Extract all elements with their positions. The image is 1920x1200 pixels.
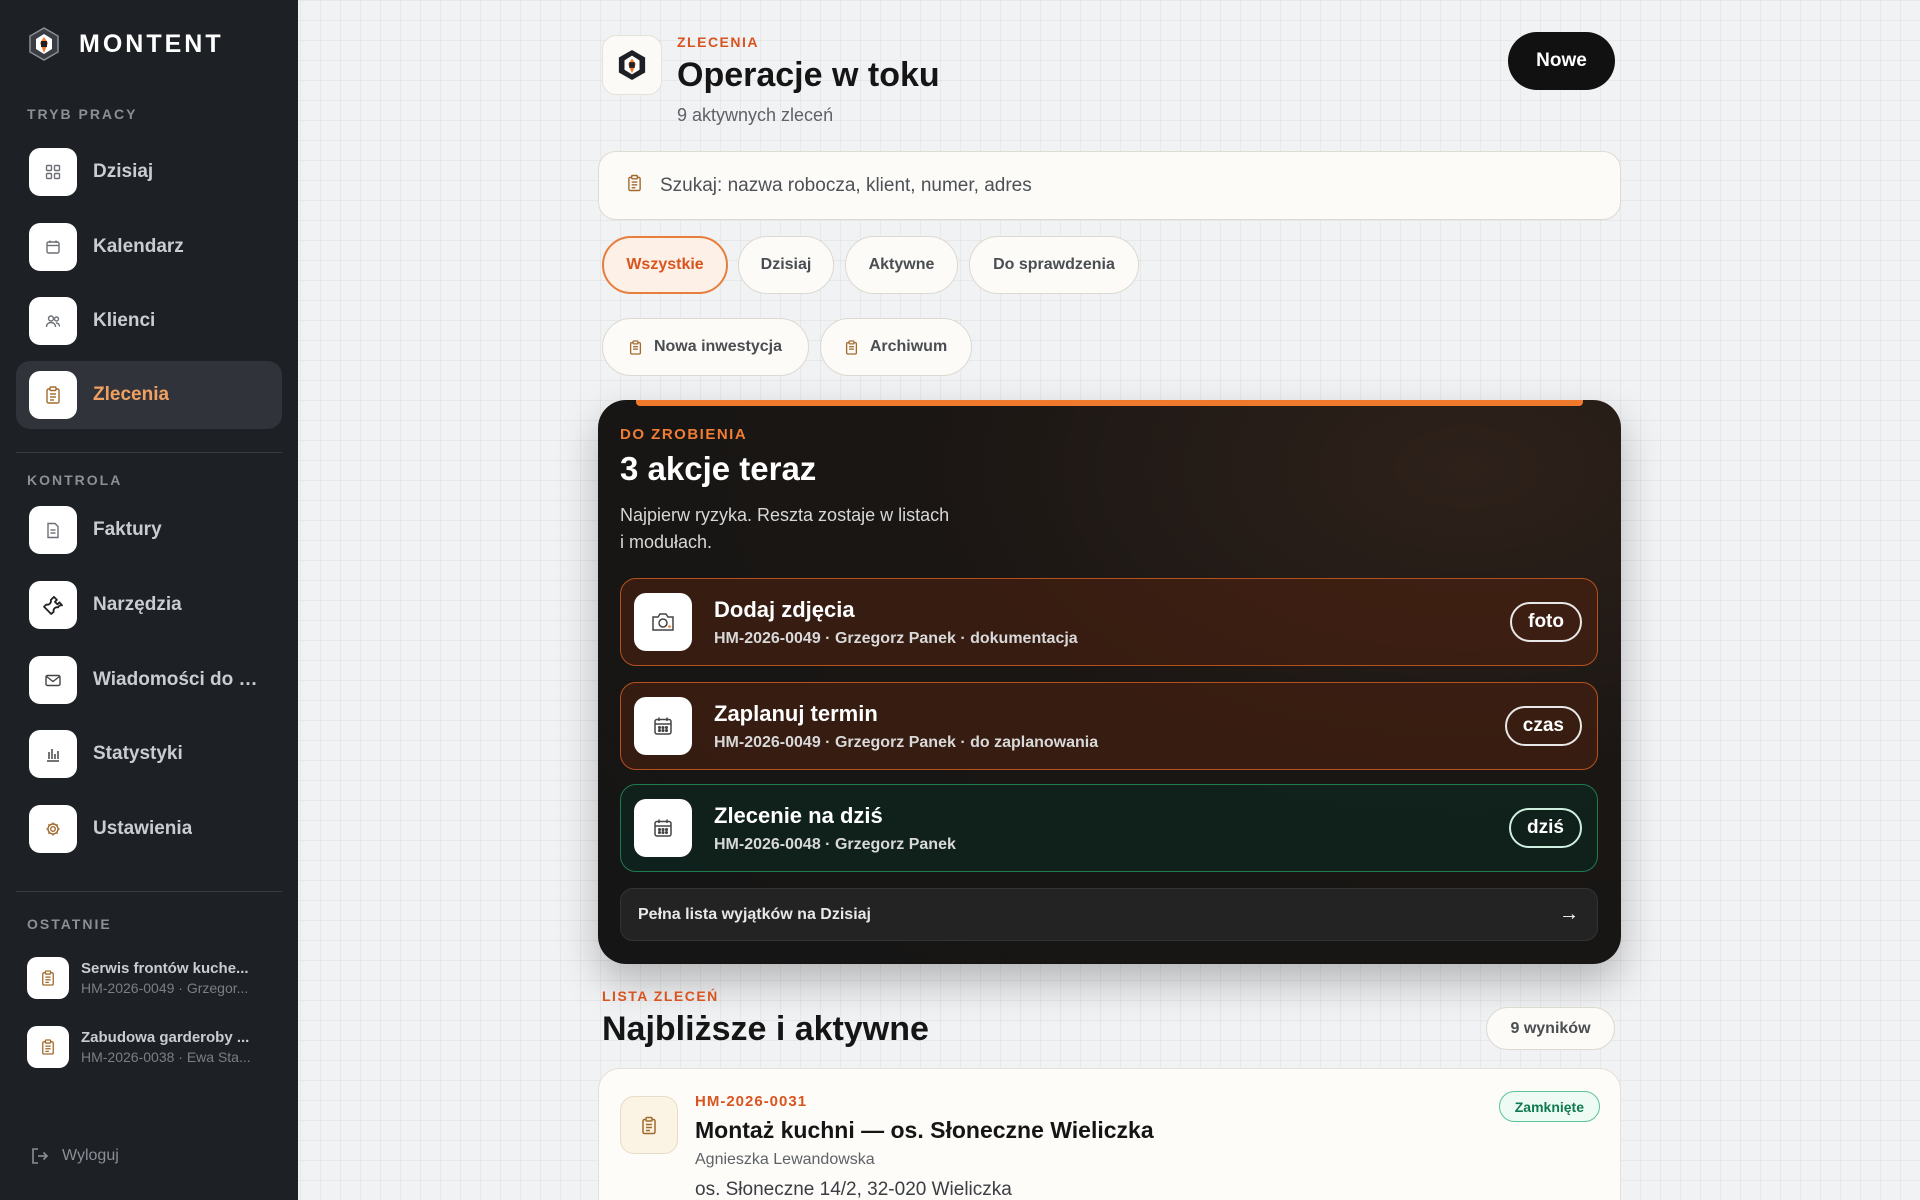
action-subtitle: HM-2026-0049 · Grzegorz Panek · do zapla…	[714, 733, 1099, 751]
mail-icon	[29, 656, 77, 704]
sidebar-item-ustawienia[interactable]: Ustawienia	[16, 795, 282, 863]
sidebar: MONTENT TRYB PRACY Dzisiaj Kalendarz Kli…	[0, 0, 298, 1200]
clipboard-icon	[29, 371, 77, 419]
clipboard-icon	[845, 339, 858, 355]
sidebar-item-dzisiaj[interactable]: Dzisiaj	[16, 138, 282, 206]
full-exceptions-list-link[interactable]: Pełna lista wyjątków na Dzisiaj →	[620, 888, 1598, 941]
brand-name: MONTENT	[79, 29, 224, 58]
search-bar[interactable]	[598, 151, 1621, 220]
clipboard-icon	[627, 174, 642, 197]
sidebar-item-kalendarz[interactable]: Kalendarz	[16, 213, 282, 281]
section-label-recent: OSTATNIE	[27, 916, 112, 932]
sidebar-divider	[16, 891, 282, 892]
sidebar-item-klienci[interactable]: Klienci	[16, 287, 282, 355]
recent-item[interactable]: Serwis frontów kuche... HM-2026-0049 · G…	[27, 957, 277, 999]
calendar-icon	[634, 697, 692, 755]
section-label-work: TRYB PRACY	[27, 106, 138, 122]
sidebar-item-wiadomosci[interactable]: Wiadomości do kl...	[16, 646, 282, 714]
search-input[interactable]	[660, 174, 1560, 197]
order-title: Montaż kuchni — os. Słoneczne Wieliczka	[695, 1117, 1154, 1143]
actions-description: Najpierw ryzyka. Reszta zostaje w listac…	[620, 505, 950, 552]
sidebar-item-label: Wiadomości do kl...	[93, 669, 268, 690]
sidebar-item-label: Klienci	[93, 310, 156, 331]
order-number: HM-2026-0031	[695, 1093, 808, 1110]
camera-icon	[634, 593, 692, 651]
filter-today[interactable]: Dzisiaj	[738, 236, 834, 294]
header-logo-icon	[602, 35, 662, 95]
sidebar-item-label: Faktury	[93, 519, 162, 540]
action-title: Dodaj zdjęcia	[714, 596, 855, 622]
calendar-icon	[29, 223, 77, 271]
sidebar-item-label: Kalendarz	[93, 236, 184, 257]
new-order-button[interactable]: Nowe	[1508, 32, 1615, 90]
users-icon	[29, 297, 77, 345]
calendar-icon	[634, 799, 692, 857]
order-card[interactable]: HM-2026-0031 Montaż kuchni — os. Słonecz…	[598, 1068, 1621, 1200]
sidebar-divider	[16, 452, 282, 453]
action-subtitle: HM-2026-0048 · Grzegorz Panek	[714, 835, 956, 853]
action-title: Zaplanuj termin	[714, 700, 878, 726]
order-client: Agnieszka Lewandowska	[695, 1151, 875, 1168]
recent-title: Serwis frontów kuche...	[81, 960, 249, 977]
full-list-label: Pełna lista wyjątków na Dzisiaj	[638, 905, 871, 923]
clipboard-icon	[629, 339, 642, 355]
action-schedule[interactable]: Zaplanuj termin HM-2026-0049 · Grzegorz …	[620, 682, 1598, 770]
sidebar-item-label: Zlecenia	[93, 384, 170, 405]
sidebar-item-label: Ustawienia	[93, 818, 193, 839]
card-accent-bar	[636, 400, 1583, 406]
action-tag: czas	[1504, 706, 1582, 746]
sidebar-item-zlecenia[interactable]: Zlecenia	[16, 361, 282, 429]
clipboard-icon	[27, 1026, 69, 1068]
montent-logo-icon	[27, 27, 61, 61]
archive-button[interactable]: Archiwum	[820, 318, 972, 376]
document-icon	[29, 506, 77, 554]
recent-item[interactable]: Zabudowa garderoby ... HM-2026-0038 · Ew…	[27, 1026, 277, 1068]
section-label-control: KONTROLA	[27, 472, 123, 488]
logout-button[interactable]: Wyloguj	[30, 1146, 119, 1166]
recent-subtitle: HM-2026-0049 · Grzegor...	[81, 980, 249, 996]
grid-icon	[29, 148, 77, 196]
bar-chart-icon	[29, 730, 77, 778]
action-subtitle: HM-2026-0049 · Grzegorz Panek · dokument…	[714, 629, 1078, 647]
new-investment-label: Nowa inwestycja	[653, 338, 783, 355]
page-subtitle: 9 aktywnych zleceń	[677, 105, 834, 125]
recent-subtitle: HM-2026-0038 · Ewa Sta...	[81, 1049, 251, 1065]
filter-to-review[interactable]: Do sprawdzenia	[969, 236, 1139, 294]
page-eyebrow: ZLECENIA	[677, 34, 759, 50]
logout-icon	[32, 1148, 49, 1164]
sidebar-item-label: Dzisiaj	[93, 161, 154, 182]
action-tag: foto	[1510, 602, 1582, 642]
sidebar-item-statystyki[interactable]: Statystyki	[16, 720, 282, 788]
archive-label: Archiwum	[869, 338, 948, 355]
logout-label: Wyloguj	[62, 1147, 119, 1164]
results-count-badge: 9 wyników	[1486, 1007, 1615, 1050]
filter-active[interactable]: Aktywne	[845, 236, 958, 294]
order-address: os. Słoneczne 14/2, 32-020 Wieliczka	[695, 1179, 1012, 1200]
recent-title: Zabudowa garderoby ...	[81, 1029, 250, 1046]
status-badge: Zamknięte	[1498, 1091, 1600, 1122]
actions-title: 3 akcje teraz	[620, 450, 817, 487]
action-today-order[interactable]: Zlecenie na dziś HM-2026-0048 · Grzegorz…	[620, 784, 1598, 872]
wrench-icon	[29, 581, 77, 629]
new-investment-button[interactable]: Nowa inwestycja	[602, 318, 809, 376]
actions-eyebrow: DO ZROBIENIA	[620, 426, 748, 443]
sidebar-item-narzedzia[interactable]: Narzędzia	[16, 571, 282, 639]
sidebar-item-label: Narzędzia	[93, 594, 182, 615]
sidebar-item-label: Statystyki	[93, 743, 183, 764]
arrow-right-icon: →	[1559, 903, 1579, 925]
clipboard-icon	[620, 1096, 678, 1154]
clipboard-icon	[27, 957, 69, 999]
list-eyebrow: LISTA ZLECEŃ	[602, 988, 719, 1004]
actions-card: DO ZROBIENIA 3 akcje teraz Najpierw ryzy…	[598, 400, 1621, 964]
action-title: Zlecenie na dziś	[714, 802, 883, 828]
sidebar-item-faktury[interactable]: Faktury	[16, 496, 282, 564]
gear-icon	[29, 805, 77, 853]
brand[interactable]: MONTENT	[27, 27, 224, 61]
action-add-photos[interactable]: Dodaj zdjęcia HM-2026-0049 · Grzegorz Pa…	[620, 578, 1598, 666]
list-title: Najbliższe i aktywne	[602, 1010, 929, 1048]
page-title: Operacje w toku	[677, 56, 940, 94]
action-tag: dziś	[1509, 808, 1582, 848]
filter-all[interactable]: Wszystkie	[602, 236, 728, 294]
